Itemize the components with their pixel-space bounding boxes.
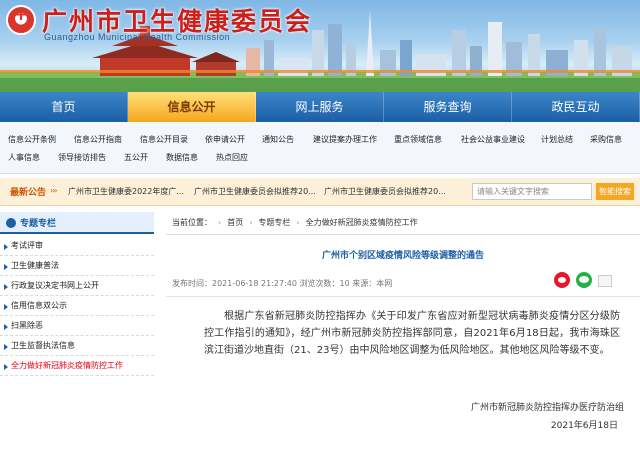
article-signature: 广州市新冠肺炎防控指挥办医疗防治组 — [470, 403, 624, 413]
article-title: 广州市个别区域疫情风险等级调整的通告 — [321, 251, 484, 261]
sidebar-item-supervision[interactable]: 卫生监督执法信息 — [0, 336, 154, 356]
site-subtitle: Guangzhou Municipal Health Commission — [44, 32, 231, 42]
sidebar-item-anti-crime[interactable]: 扫黑除恶 — [0, 316, 154, 336]
subnav-link[interactable]: 计划总结 — [541, 130, 573, 150]
subnav-link[interactable]: 采购信息 — [590, 130, 622, 150]
subnav-link[interactable]: 人事信息 — [8, 148, 40, 168]
article-meta: 发布时间：2021-06-18 21:27:40 浏览次数：10 来源：本网 — [172, 279, 393, 288]
subnav-link[interactable]: 信息公开指南 — [74, 130, 122, 150]
nav-public-interaction[interactable]: 政民互动 — [512, 92, 640, 122]
main-navigation: 首页 信息公开 网上服务 服务查询 政民互动 — [0, 92, 640, 122]
subnav-link[interactable]: 重点领域信息 — [394, 130, 442, 150]
subnav-link[interactable]: 五公开 — [124, 148, 148, 168]
article-date: 2021年6月18日 — [550, 421, 618, 431]
sub-navigation: 信息公开条例 信息公开指南 信息公开目录 依申请公开 通知公告 建议提案办理工作… — [0, 122, 640, 174]
column-icon — [6, 218, 16, 228]
breadcrumb-topic[interactable]: 专题专栏 — [258, 218, 290, 227]
nav-service-query[interactable]: 服务查询 — [384, 92, 512, 122]
ticker-label: 最新公告 — [10, 188, 47, 198]
breadcrumb: 当前位置： › 首页 › 专题专栏 › 全力做好新冠肺炎疫情防控工作 — [172, 217, 418, 228]
sidebar-item-covid-control[interactable]: 全力做好新冠肺炎疫情防控工作 — [0, 356, 154, 376]
more-share-icon[interactable] — [598, 275, 612, 287]
ticker-arrows-icon: ››› — [50, 186, 58, 195]
subnav-link[interactable]: 信息公开目录 — [140, 130, 188, 150]
breadcrumb-separator: › — [218, 218, 222, 227]
subnav-link[interactable]: 依申请公开 — [205, 130, 245, 150]
wechat-share-icon[interactable] — [576, 272, 592, 288]
announcement-ticker: 最新公告 ››› 广州市卫生健康委2022年度广... 广州市卫生健康委员会拟推… — [0, 178, 640, 206]
sidebar-header: 专题专栏 — [0, 212, 154, 234]
ticker-item[interactable]: 广州市卫生健康委员会拟推荐20... — [324, 186, 446, 197]
site-banner: 广州市卫生健康委员会 Guangzhou Municipal Health Co… — [0, 0, 640, 92]
breadcrumb-separator: › — [249, 218, 253, 227]
article-body: 根据广东省新冠肺炎防控指挥办《关于印发广东省应对新型冠状病毒肺炎疫情分区分级防控… — [204, 311, 620, 356]
breadcrumb-current[interactable]: 全力做好新冠肺炎疫情防控工作 — [306, 218, 418, 227]
health-commission-logo-icon[interactable] — [6, 4, 36, 35]
subnav-link[interactable]: 信息公开条例 — [8, 130, 56, 150]
sidebar-item-health-law[interactable]: 卫生健康普法 — [0, 256, 154, 276]
weibo-share-icon[interactable] — [554, 272, 570, 288]
nav-home[interactable]: 首页 — [0, 92, 128, 122]
subnav-link[interactable]: 社会公益事业建设 — [461, 130, 525, 150]
breadcrumb-prefix: 当前位置： — [172, 218, 212, 227]
ticker-item[interactable]: 广州市卫生健康委2022年度广... — [68, 186, 184, 197]
sidebar-title: 专题专栏 — [20, 219, 57, 229]
sub-nav-row: 人事信息 领导接访排告 五公开 数据信息 热点回应 — [0, 148, 640, 168]
subnav-link[interactable]: 数据信息 — [166, 148, 198, 168]
subnav-link[interactable]: 热点回应 — [216, 148, 248, 168]
breadcrumb-home[interactable]: 首页 — [227, 218, 243, 227]
search-input[interactable]: 请输入关键文字搜索 — [472, 183, 592, 200]
divider — [166, 296, 640, 297]
divider — [166, 234, 640, 235]
ticker-item[interactable]: 广州市卫生健康委员会拟推荐20... — [194, 186, 316, 197]
sidebar-item-admin-review[interactable]: 行政复议决定书网上公开 — [0, 276, 154, 296]
breadcrumb-separator: › — [296, 218, 300, 227]
subnav-link[interactable]: 通知公告 — [262, 130, 294, 150]
nav-online-service[interactable]: 网上服务 — [256, 92, 384, 122]
sidebar-item-credit-info[interactable]: 信用信息双公示 — [0, 296, 154, 316]
subnav-link[interactable]: 建议提案办理工作 — [313, 130, 377, 150]
nav-info-disclosure[interactable]: 信息公开 — [128, 92, 256, 122]
subnav-link[interactable]: 领导接访排告 — [58, 148, 106, 168]
article-content: 当前位置： › 首页 › 专题专栏 › 全力做好新冠肺炎疫情防控工作 广州市个别区域疫情风险… — [166, 212, 640, 450]
sidebar: 专题专栏 考试评审 卫生健康普法 行政复议决定书网上公开 信用信息双公示 扫黑除… — [0, 212, 154, 450]
sidebar-item-exam-review[interactable]: 考试评审 — [0, 236, 154, 256]
sub-nav-row: 信息公开条例 信息公开指南 信息公开目录 依申请公开 通知公告 建议提案办理工作… — [0, 130, 640, 150]
search-button[interactable]: 智能搜索 — [596, 183, 634, 200]
